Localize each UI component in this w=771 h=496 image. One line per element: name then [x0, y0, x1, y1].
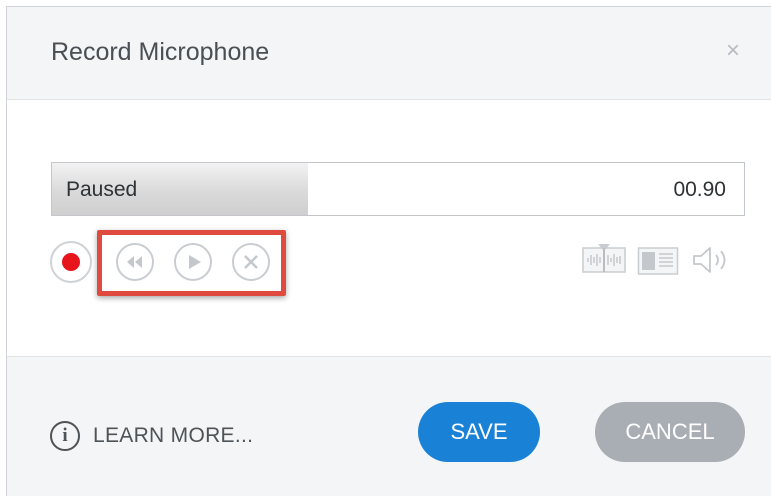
- cancel-button[interactable]: CANCEL: [595, 402, 745, 462]
- volume-icon[interactable]: [690, 244, 734, 276]
- dialog-footer: i LEARN MORE... SAVE CANCEL: [7, 356, 771, 496]
- recording-progress-bar: Paused 00.90: [51, 162, 745, 216]
- info-icon: i: [50, 421, 80, 451]
- dialog-header: Record Microphone ×: [7, 7, 771, 100]
- controls-highlight-box: [97, 230, 286, 296]
- waveform-icon[interactable]: [581, 243, 627, 277]
- dialog-body: Paused 00.90: [7, 100, 771, 453]
- record-icon: [62, 253, 80, 271]
- learn-more-link[interactable]: LEARN MORE...: [93, 424, 253, 448]
- record-microphone-dialog: Record Microphone × Paused 00.90 i LEARN…: [6, 6, 771, 496]
- save-button[interactable]: SAVE: [418, 402, 540, 462]
- recording-status: Paused: [66, 178, 138, 201]
- dialog-title: Record Microphone: [51, 38, 270, 66]
- close-icon[interactable]: ×: [722, 39, 744, 63]
- recording-time: 00.90: [673, 178, 726, 201]
- layout-icon[interactable]: [637, 246, 679, 276]
- record-button[interactable]: [50, 241, 92, 283]
